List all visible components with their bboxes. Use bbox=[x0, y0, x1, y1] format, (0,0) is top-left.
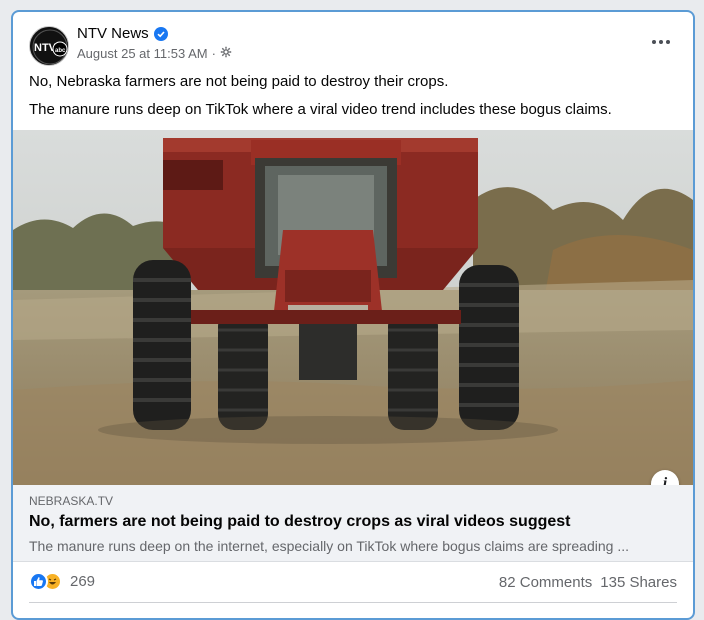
engagement-counts: 82 Comments 135 Shares bbox=[499, 574, 677, 591]
shares-count[interactable]: 135 Shares bbox=[600, 574, 677, 591]
link-preview[interactable]: NEBRASKA.TV No, farmers are not being pa… bbox=[13, 485, 693, 562]
reactions-summary[interactable]: 269 bbox=[29, 572, 95, 591]
like-reaction-icon bbox=[29, 572, 48, 591]
post-timestamp[interactable]: August 25 at 11:53 AM bbox=[77, 46, 208, 61]
more-dot bbox=[666, 40, 670, 44]
more-options-icon[interactable] bbox=[647, 34, 675, 50]
post-card: NTV abc NTV News August 25 at 11:53 AM ·… bbox=[11, 10, 695, 620]
post-text-line-2: The manure runs deep on TikTok where a v… bbox=[29, 101, 612, 118]
link-description: The manure runs deep on the internet, es… bbox=[29, 538, 629, 554]
post-text-line-1: No, Nebraska farmers are not being paid … bbox=[29, 73, 449, 90]
link-domain: NEBRASKA.TV bbox=[29, 494, 114, 508]
post-header: NTV abc NTV News August 25 at 11:53 AM · bbox=[13, 12, 693, 74]
tractor-photo bbox=[13, 130, 693, 485]
meta-separator: · bbox=[211, 46, 216, 61]
more-dot bbox=[652, 40, 656, 44]
actions-divider bbox=[29, 602, 677, 603]
page-name[interactable]: NTV News bbox=[77, 25, 168, 42]
post-meta: August 25 at 11:53 AM · bbox=[77, 46, 232, 61]
comments-count[interactable]: 82 Comments bbox=[499, 574, 592, 591]
page-name-text[interactable]: NTV News bbox=[77, 25, 149, 42]
page-avatar[interactable]: NTV abc bbox=[29, 26, 69, 66]
globe-icon[interactable] bbox=[220, 46, 232, 61]
avatar-logo-sub: abc bbox=[55, 48, 66, 54]
engagement-bar: 269 82 Comments 135 Shares bbox=[13, 564, 693, 600]
verified-badge-icon bbox=[153, 26, 168, 41]
link-headline[interactable]: No, farmers are not being paid to destro… bbox=[29, 513, 570, 531]
reaction-count[interactable]: 269 bbox=[70, 573, 95, 590]
more-dot bbox=[659, 40, 663, 44]
link-preview-image[interactable]: i bbox=[13, 130, 693, 485]
